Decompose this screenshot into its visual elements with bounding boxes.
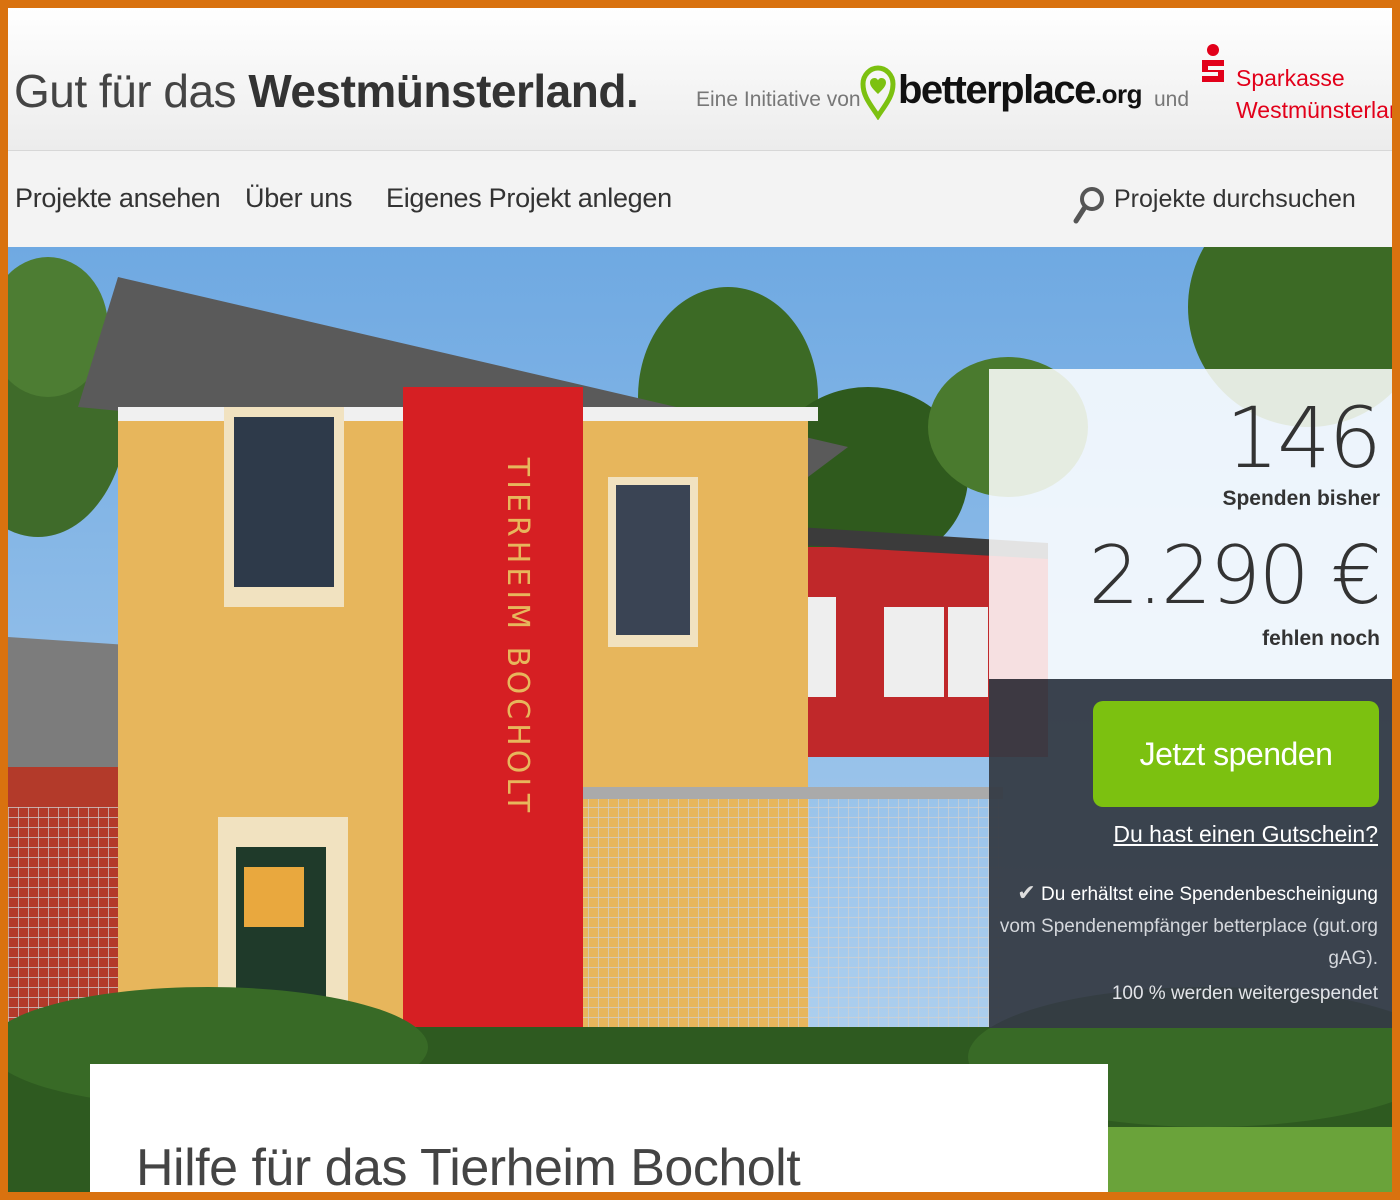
sparkasse-line2: Westmünsterlan bbox=[1236, 97, 1392, 123]
nav-item-ueber-uns[interactable]: Über uns bbox=[245, 183, 352, 214]
project-title: Hilfe für das Tierheim Bocholt bbox=[136, 1139, 801, 1192]
browser-frame: Gut für das Westmünsterland. Eine Initia… bbox=[8, 8, 1392, 1192]
donations-label: Spenden bisher bbox=[1222, 487, 1380, 510]
search-label[interactable]: Projekte durchsuchen bbox=[1114, 185, 1356, 214]
donation-stats-panel: 146 Spenden bisher 2.290 € fehlen noch bbox=[989, 369, 1392, 679]
sparkasse-logo-icon[interactable] bbox=[1198, 42, 1228, 86]
building-sign-text: TIERHEIM BOCHOLT bbox=[500, 457, 535, 816]
betterplace-heart-icon bbox=[860, 65, 896, 120]
donate-panel: Jetzt spenden Du hast einen Gutschein? ✔… bbox=[989, 679, 1392, 1028]
betterplace-wordmark-tld: .org bbox=[1094, 79, 1143, 109]
donate-button[interactable]: Jetzt spenden bbox=[1093, 701, 1379, 807]
site-header: Gut für das Westmünsterland. Eine Initia… bbox=[8, 8, 1392, 151]
receipt-note: ✔ Du erhältst eine Spendenbescheinigung … bbox=[998, 877, 1378, 975]
receipt-line1: Du erhältst eine Spendenbescheinigung bbox=[1041, 884, 1378, 905]
nav-item-eigenes-projekt[interactable]: Eigenes Projekt anlegen bbox=[386, 183, 672, 214]
missing-label: fehlen noch bbox=[1262, 627, 1380, 650]
site-title[interactable]: Gut für das Westmünsterland. bbox=[14, 64, 639, 118]
search-icon[interactable] bbox=[1072, 185, 1106, 225]
sparkasse-line1: Sparkasse bbox=[1236, 65, 1345, 91]
betterplace-wordmark: betterplace.org bbox=[898, 68, 1143, 113]
project-card: Hilfe für das Tierheim Bocholt bbox=[90, 1064, 1108, 1192]
forward-note: 100 % werden weitergespendet bbox=[1111, 983, 1378, 1004]
betterplace-wordmark-main: betterplace bbox=[898, 68, 1096, 112]
initiative-label: Eine Initiative von bbox=[696, 88, 861, 111]
check-icon: ✔ bbox=[1017, 880, 1036, 905]
donations-count: 146 bbox=[1225, 389, 1382, 487]
voucher-link[interactable]: Du hast einen Gutschein? bbox=[1113, 821, 1378, 848]
receipt-line2: vom Spendenempfänger betterplace (gut.or… bbox=[999, 916, 1378, 969]
missing-amount: 2.290 € bbox=[1088, 529, 1382, 622]
betterplace-logo[interactable]: betterplace.org bbox=[860, 62, 1143, 122]
site-title-prefix: Gut für das bbox=[14, 65, 249, 117]
main-nav: Projekte ansehen Über uns Eigenes Projek… bbox=[8, 151, 1392, 247]
und-label: und bbox=[1154, 88, 1190, 111]
nav-item-projekte-ansehen[interactable]: Projekte ansehen bbox=[15, 183, 221, 214]
sparkasse-logo-text[interactable]: Sparkasse Westmünsterlan bbox=[1236, 62, 1392, 126]
site-title-bold: Westmünsterland. bbox=[248, 65, 639, 117]
